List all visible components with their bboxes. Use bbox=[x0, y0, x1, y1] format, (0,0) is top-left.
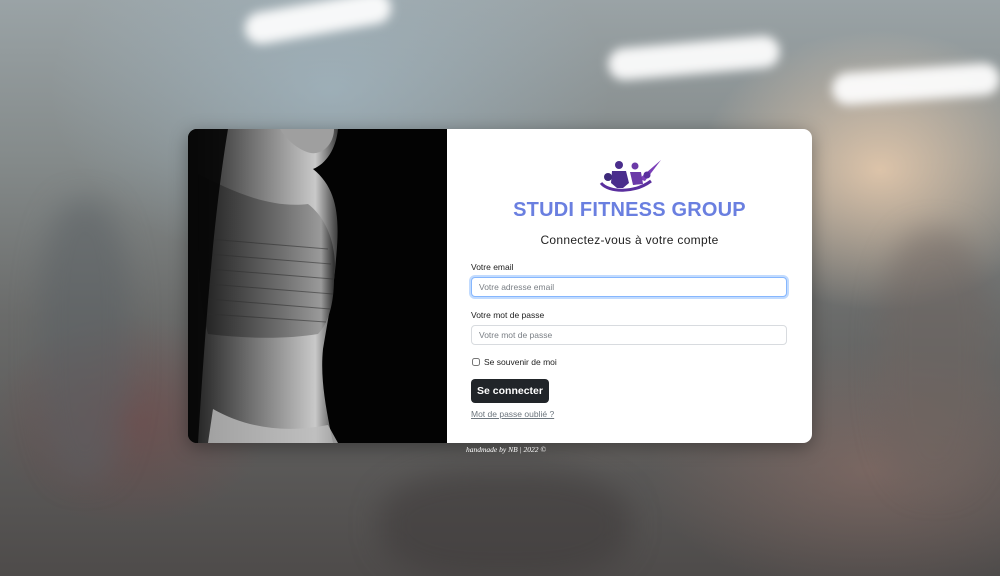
ceiling-light bbox=[831, 62, 1000, 106]
gym-equipment-blur bbox=[880, 230, 990, 490]
email-field[interactable] bbox=[471, 277, 787, 297]
brand-title: STUDI FITNESS GROUP bbox=[513, 199, 746, 221]
ceiling-light bbox=[242, 0, 394, 47]
login-subtitle: Connectez-vous à votre compte bbox=[540, 233, 719, 247]
remember-me[interactable]: Se souvenir de moi bbox=[472, 357, 557, 367]
password-field[interactable] bbox=[471, 325, 787, 345]
gym-equipment-blur bbox=[40, 200, 130, 480]
remember-me-checkbox[interactable] bbox=[472, 358, 480, 366]
forgot-password-link[interactable]: Mot de passe oublié ? bbox=[471, 409, 554, 419]
login-form: STUDI FITNESS GROUP Connectez-vous à vot… bbox=[447, 129, 812, 443]
gym-equipment-blur bbox=[380, 470, 630, 576]
login-card: STUDI FITNESS GROUP Connectez-vous à vot… bbox=[188, 129, 812, 443]
athlete-photo bbox=[188, 129, 447, 443]
login-button[interactable]: Se connecter bbox=[471, 379, 549, 403]
email-label: Votre email bbox=[471, 262, 514, 272]
footer-credit: handmade by NB | 2022 © bbox=[466, 445, 547, 454]
athletes-logo-icon bbox=[599, 160, 661, 192]
remember-me-label: Se souvenir de moi bbox=[484, 357, 557, 367]
password-label: Votre mot de passe bbox=[471, 310, 545, 320]
ceiling-light bbox=[606, 34, 782, 82]
athlete-silhouette bbox=[188, 129, 338, 443]
